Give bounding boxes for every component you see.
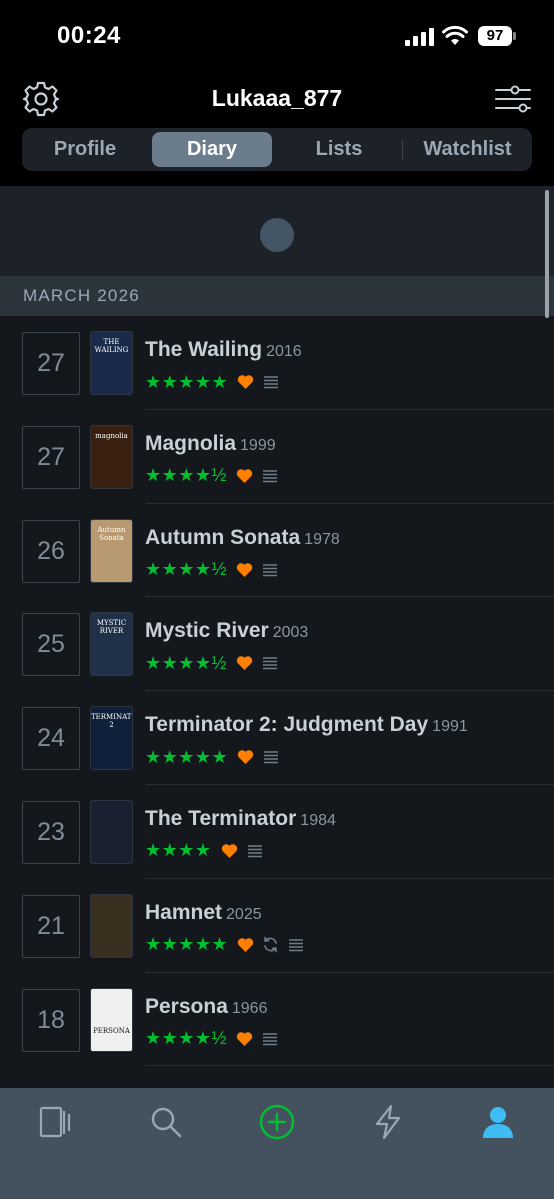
entry-day: 23 (22, 800, 80, 864)
film-year: 2025 (226, 905, 262, 923)
poster-title: MYSTIC RIVER (96, 619, 127, 636)
diary-entry[interactable]: 21 Hamnet 2025 ★★★★★ (0, 879, 554, 973)
film-title[interactable]: Mystic River (145, 619, 269, 642)
liked-heart-icon (236, 469, 253, 483)
diary-entry[interactable]: 25 MYSTIC RIVER Mystic River 2003 ★★★★½ (0, 597, 554, 692)
diary-entry[interactable]: 23 The Terminator 1984 ★★★★ (0, 785, 554, 879)
add-entry-icon[interactable] (259, 1104, 295, 1140)
films-icon[interactable] (38, 1104, 74, 1140)
film-poster[interactable]: Autumn Sonata (90, 518, 133, 583)
entry-day: 21 (22, 894, 80, 958)
status-bar: 00:24 97 (0, 0, 554, 72)
scrollbar[interactable] (545, 190, 549, 318)
star-rating: ★★★★★ (145, 371, 229, 392)
diary-content[interactable]: MARCH 2026 27 THE WAILING The Wailing 201… (0, 186, 554, 1088)
search-icon[interactable] (148, 1104, 184, 1140)
bottom-tab-bar (0, 1088, 554, 1199)
liked-heart-icon (221, 844, 237, 858)
film-year: 1984 (300, 811, 336, 829)
diary-entry[interactable]: 24 TERMINATOR 2 Terminator 2: Judgment D… (0, 691, 554, 785)
poster-title: TERMINATOR 2 (91, 713, 132, 730)
film-poster[interactable]: MYSTIC RIVER (90, 612, 133, 677)
film-poster[interactable]: magnolia (90, 424, 133, 489)
diary-entry[interactable]: 27 magnolia Magnolia 1999 ★★★★½ (0, 410, 554, 504)
tab-diary[interactable]: Diary (152, 132, 272, 167)
film-poster[interactable] (90, 799, 133, 864)
film-title[interactable]: The Wailing (145, 338, 262, 361)
rewatch-icon (264, 936, 277, 953)
review-lines-icon (264, 751, 279, 764)
battery-level: 97 (478, 26, 512, 46)
month-section-header: MARCH 2026 (0, 276, 554, 316)
film-year: 2016 (266, 343, 302, 360)
liked-heart-icon (238, 937, 254, 952)
entry-day: 27 (22, 425, 80, 489)
star-rating: ★★★★★ (145, 746, 229, 767)
filter-icon[interactable] (494, 82, 532, 116)
star-rating: ★★★★½ (145, 652, 228, 673)
profile-person-icon[interactable] (480, 1104, 516, 1140)
film-year: 2003 (272, 624, 309, 642)
film-poster[interactable]: PERSONA (90, 987, 133, 1052)
poster-title: magnolia (95, 431, 128, 440)
tab-profile[interactable]: Profile (26, 132, 144, 167)
entry-day: 26 (22, 519, 80, 583)
star-rating: ★★★★★ (145, 934, 229, 955)
pull-to-refresh-area (0, 186, 554, 276)
status-time: 00:24 (57, 22, 121, 49)
film-title[interactable]: Autumn Sonata (145, 526, 300, 549)
liked-heart-icon (238, 375, 254, 389)
star-rating: ★★★★½ (145, 1028, 228, 1049)
star-rating: ★★★★ (145, 840, 212, 861)
wifi-icon (442, 25, 468, 45)
entry-day: 25 (22, 613, 80, 677)
poster-title: THE WAILING (94, 338, 129, 354)
review-lines-icon (263, 657, 278, 670)
film-year: 1966 (231, 999, 268, 1017)
film-title[interactable]: Persona (145, 995, 228, 1018)
film-title[interactable]: The Terminator (145, 807, 296, 830)
film-poster[interactable]: TERMINATOR 2 (90, 706, 133, 771)
tab-lists[interactable]: Lists (279, 132, 399, 167)
profile-header: Lukaaa_877 Profile Diary Lists Watchlist (0, 72, 554, 186)
review-lines-icon (263, 563, 278, 576)
film-poster[interactable]: THE WAILING (90, 331, 133, 395)
film-year: 1978 (304, 530, 340, 548)
review-lines-icon (264, 376, 279, 389)
page-title: Lukaaa_877 (211, 85, 343, 111)
film-year: 1999 (240, 436, 276, 454)
entry-day: 24 (22, 707, 80, 771)
diary-entry[interactable]: 26 Autumn Sonata Autumn Sonata 1978 ★★★★½ (0, 504, 554, 598)
film-title[interactable]: Magnolia (145, 432, 236, 455)
liked-heart-icon (236, 562, 253, 577)
review-lines-icon (247, 845, 262, 858)
diary-list: 27 THE WAILING The Wailing 2016 ★★★★★ 27 … (0, 316, 554, 1067)
liked-heart-icon (236, 656, 253, 671)
loading-indicator (260, 218, 294, 252)
liked-heart-icon (238, 750, 254, 765)
review-lines-icon (263, 1032, 278, 1045)
star-rating: ★★★★½ (145, 465, 228, 486)
review-lines-icon (289, 939, 304, 952)
review-lines-icon (263, 470, 278, 483)
film-year: 1991 (432, 718, 468, 736)
star-rating: ★★★★½ (145, 559, 228, 580)
film-poster[interactable] (90, 893, 133, 958)
diary-entry[interactable]: 18 PERSONA Persona 1966 ★★★★½ (0, 973, 554, 1067)
liked-heart-icon (236, 1031, 253, 1046)
battery-icon: 97 (478, 26, 516, 46)
film-title[interactable]: Hamnet (145, 901, 222, 924)
cellular-signal-icon (405, 28, 434, 46)
poster-title: PERSONA (93, 1026, 130, 1035)
entry-day: 27 (22, 332, 80, 395)
film-title[interactable]: Terminator 2: Judgment Day (145, 713, 428, 736)
profile-segmented-control: Profile Diary Lists Watchlist (22, 128, 532, 171)
tab-watchlist[interactable]: Watchlist (407, 132, 528, 167)
poster-title: Autumn Sonata (97, 525, 126, 542)
activity-bolt-icon[interactable] (370, 1104, 406, 1140)
entry-day: 18 (22, 988, 80, 1052)
diary-entry[interactable]: 27 THE WAILING The Wailing 2016 ★★★★★ (0, 316, 554, 410)
